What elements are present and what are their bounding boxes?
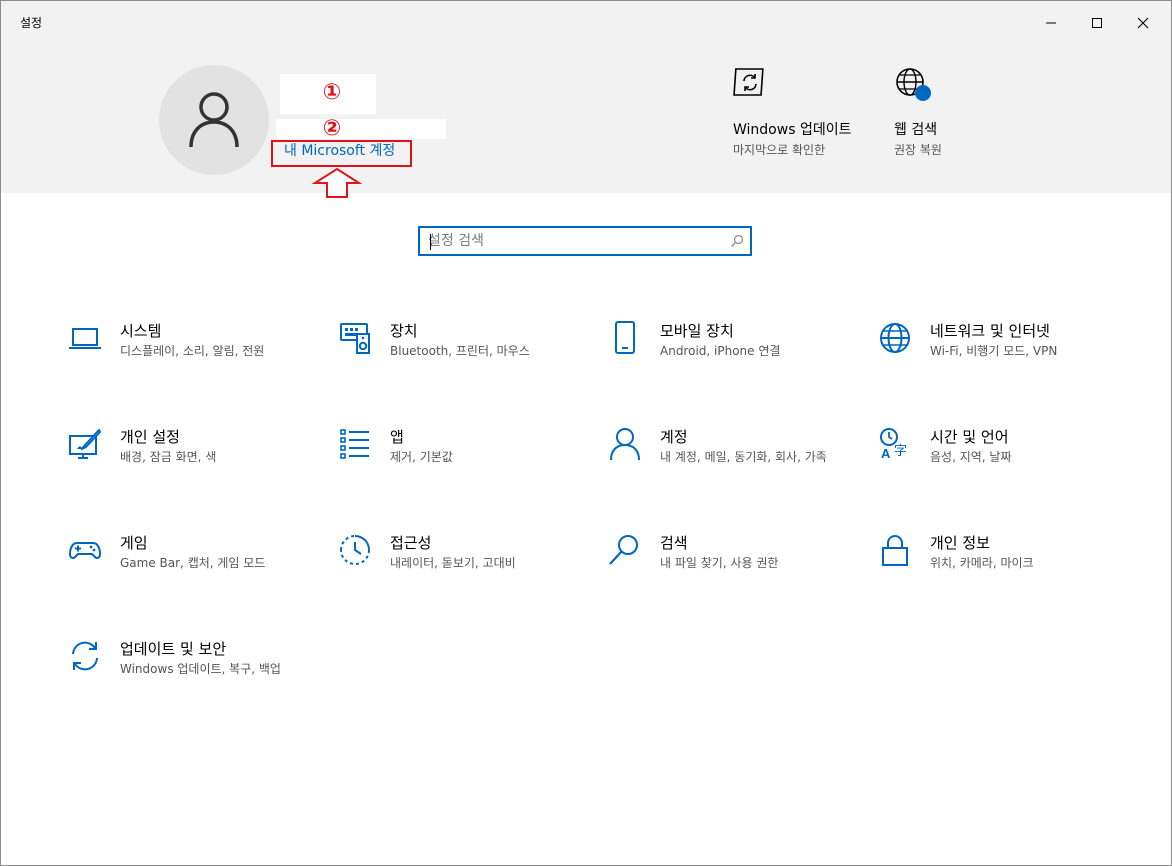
quick-link-title: 웹 검색 [894,122,938,138]
redacted-email-box [276,119,446,139]
tile-subtitle: Windows 업데이트, 복구, 백업 [120,662,281,676]
web-search-icon [894,67,934,103]
tile-title: 시스템 [120,322,162,340]
globe-icon [878,321,912,355]
tile-title: 접근성 [390,534,432,552]
window-title: 설정 [20,16,43,30]
tile-subtitle: 내 계정, 메일, 동기화, 회사, 가족 [660,450,827,464]
tile-title: 검색 [660,534,688,552]
annotation-marker-1: ① [322,80,342,105]
tile-subtitle: Wi-Fi, 비행기 모드, VPN [930,344,1058,358]
minimize-icon [1046,22,1056,24]
phone-icon [608,321,642,355]
tile-subtitle: Game Bar, 캡처, 게임 모드 [120,556,266,570]
tile-network[interactable]: 네트워크 및 인터넷 Wi-Fi, 비행기 모드, VPN [878,321,1133,395]
tile-title: 게임 [120,534,148,552]
tile-search[interactable]: 검색 내 파일 찾기, 사용 권한 [608,533,863,607]
tile-title: 장치 [390,322,418,340]
search-icon [608,533,642,567]
tile-gaming[interactable]: 게임 Game Bar, 캡처, 게임 모드 [68,533,323,607]
tile-subtitle: Android, iPhone 연결 [660,344,781,358]
tile-accessibility[interactable]: 접근성 내레이터, 돋보기, 고대비 [338,533,593,607]
user-silhouette-icon [189,92,239,148]
tile-title: 앱 [390,428,404,446]
settings-window: 설정 ① ② 내 Microsoft 계정 Windows 업데이트 마지막으로… [0,0,1172,866]
tile-subtitle: 디스플레이, 소리, 알림, 전원 [120,344,265,358]
tile-mobile-devices[interactable]: 모바일 장치 Android, iPhone 연결 [608,321,863,395]
apps-list-icon [338,427,372,461]
annotation-arrow-up-icon [312,167,362,198]
search-input[interactable] [428,228,718,254]
sync-icon [68,639,102,673]
laptop-icon [68,321,102,355]
tile-personalization[interactable]: 개인 설정 배경, 잠금 화면, 색 [68,427,323,501]
tile-devices[interactable]: 장치 Bluetooth, 프린터, 마우스 [338,321,593,395]
tile-time-language[interactable]: A 字 시간 및 언어 음성, 지역, 날짜 [878,427,1133,501]
lock-icon [878,533,912,567]
tile-subtitle: 내레이터, 돋보기, 고대비 [390,556,516,570]
time-language-icon: A 字 [878,427,912,461]
tile-title: 개인 정보 [930,534,990,552]
tile-title: 네트워크 및 인터넷 [930,322,1050,340]
tile-subtitle: 제거, 기본값 [390,450,453,464]
minimize-button[interactable] [1028,1,1074,45]
quick-link-web-search[interactable]: 웹 검색 권장 복원 [894,67,1004,159]
quick-link-subtitle: 마지막으로 확인한 [733,143,826,157]
person-icon [608,427,642,461]
maximize-button[interactable] [1074,1,1120,45]
text-caret [430,234,431,250]
quick-link-windows-update[interactable]: Windows 업데이트 마지막으로 확인한 [733,67,853,159]
personalization-icon [68,427,102,461]
maximize-icon [1092,18,1102,28]
tile-subtitle: 음성, 지역, 날짜 [930,450,1012,464]
annotation-highlight-box [271,140,412,167]
quick-link-title: Windows 업데이트 [733,122,852,138]
tile-subtitle: Bluetooth, 프린터, 마우스 [390,344,530,358]
tile-subtitle: 내 파일 찾기, 사용 권한 [660,556,779,570]
gamepad-icon [68,533,102,567]
svg-text:字: 字 [894,444,907,459]
settings-search-box[interactable] [418,226,752,256]
windows-update-icon [733,67,767,97]
tile-apps[interactable]: 앱 제거, 기본값 [338,427,593,501]
tile-accounts[interactable]: 계정 내 계정, 메일, 동기화, 회사, 가족 [608,427,863,501]
tile-title: 업데이트 및 보안 [120,640,227,658]
close-icon [1137,17,1149,29]
devices-icon [338,321,372,355]
accessibility-icon [338,533,372,567]
annotation-marker-2: ② [322,116,342,141]
tile-update-security[interactable]: 업데이트 및 보안 Windows 업데이트, 복구, 백업 [68,639,323,713]
tile-system[interactable]: 시스템 디스플레이, 소리, 알림, 전원 [68,321,323,395]
tile-subtitle: 배경, 잠금 화면, 색 [120,450,217,464]
quick-link-subtitle: 권장 복원 [894,143,942,157]
avatar[interactable] [159,65,269,175]
svg-text:A: A [881,446,891,461]
close-button[interactable] [1120,1,1166,45]
tile-subtitle: 위치, 카메라, 마이크 [930,556,1034,570]
tile-title: 계정 [660,428,688,446]
tile-title: 시간 및 언어 [930,428,1009,446]
tile-title: 개인 설정 [120,428,180,446]
search-icon[interactable] [730,234,744,248]
tile-title: 모바일 장치 [660,322,734,340]
tile-privacy[interactable]: 개인 정보 위치, 카메라, 마이크 [878,533,1133,607]
